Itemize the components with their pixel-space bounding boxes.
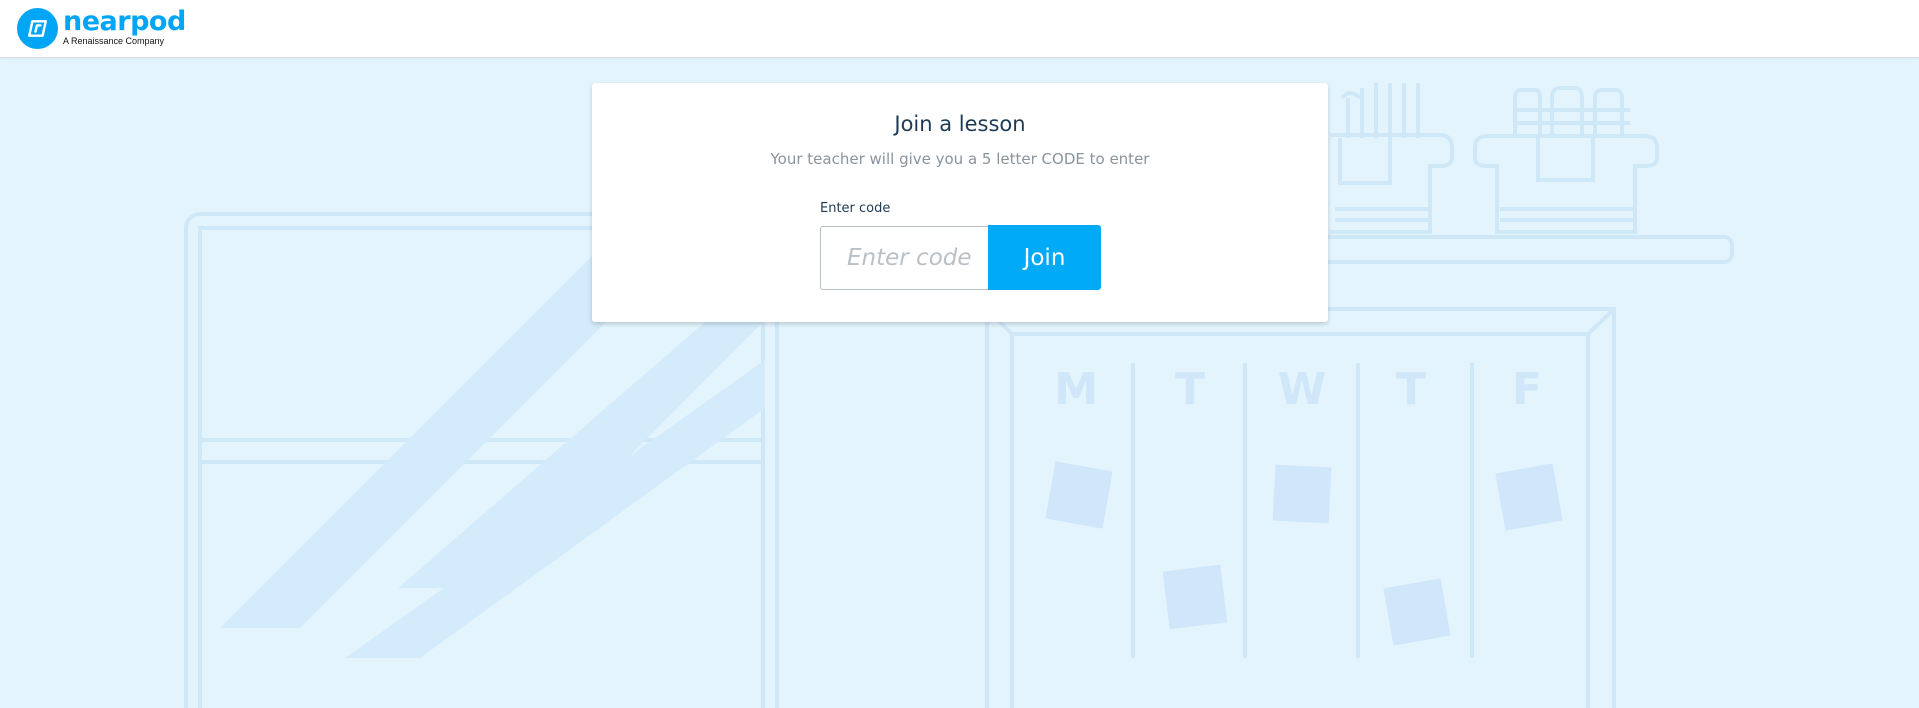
top-bar: nearpod A Renaissance Company — [0, 0, 1919, 58]
join-lesson-card: Join a lesson Your teacher will give you… — [592, 83, 1328, 322]
join-lesson-title: Join a lesson — [894, 112, 1026, 136]
logo-tagline: A Renaissance Company — [63, 36, 165, 46]
nearpod-logo[interactable]: nearpod A Renaissance Company — [17, 8, 186, 49]
calendar-day-wed: W — [1278, 364, 1327, 415]
calendar-day-thu: T — [1396, 364, 1426, 415]
join-lesson-subtitle: Your teacher will give you a 5 letter CO… — [770, 150, 1150, 168]
calendar-day-fri: F — [1512, 364, 1542, 415]
code-field-label: Enter code — [820, 201, 891, 216]
nearpod-logo-icon — [17, 8, 58, 49]
logo-wordmark: nearpod — [63, 6, 186, 37]
code-input[interactable] — [820, 226, 988, 290]
calendar-day-mon: M — [1054, 364, 1098, 415]
calendar-day-tue: T — [1175, 364, 1205, 415]
join-button[interactable]: Join — [988, 225, 1101, 290]
